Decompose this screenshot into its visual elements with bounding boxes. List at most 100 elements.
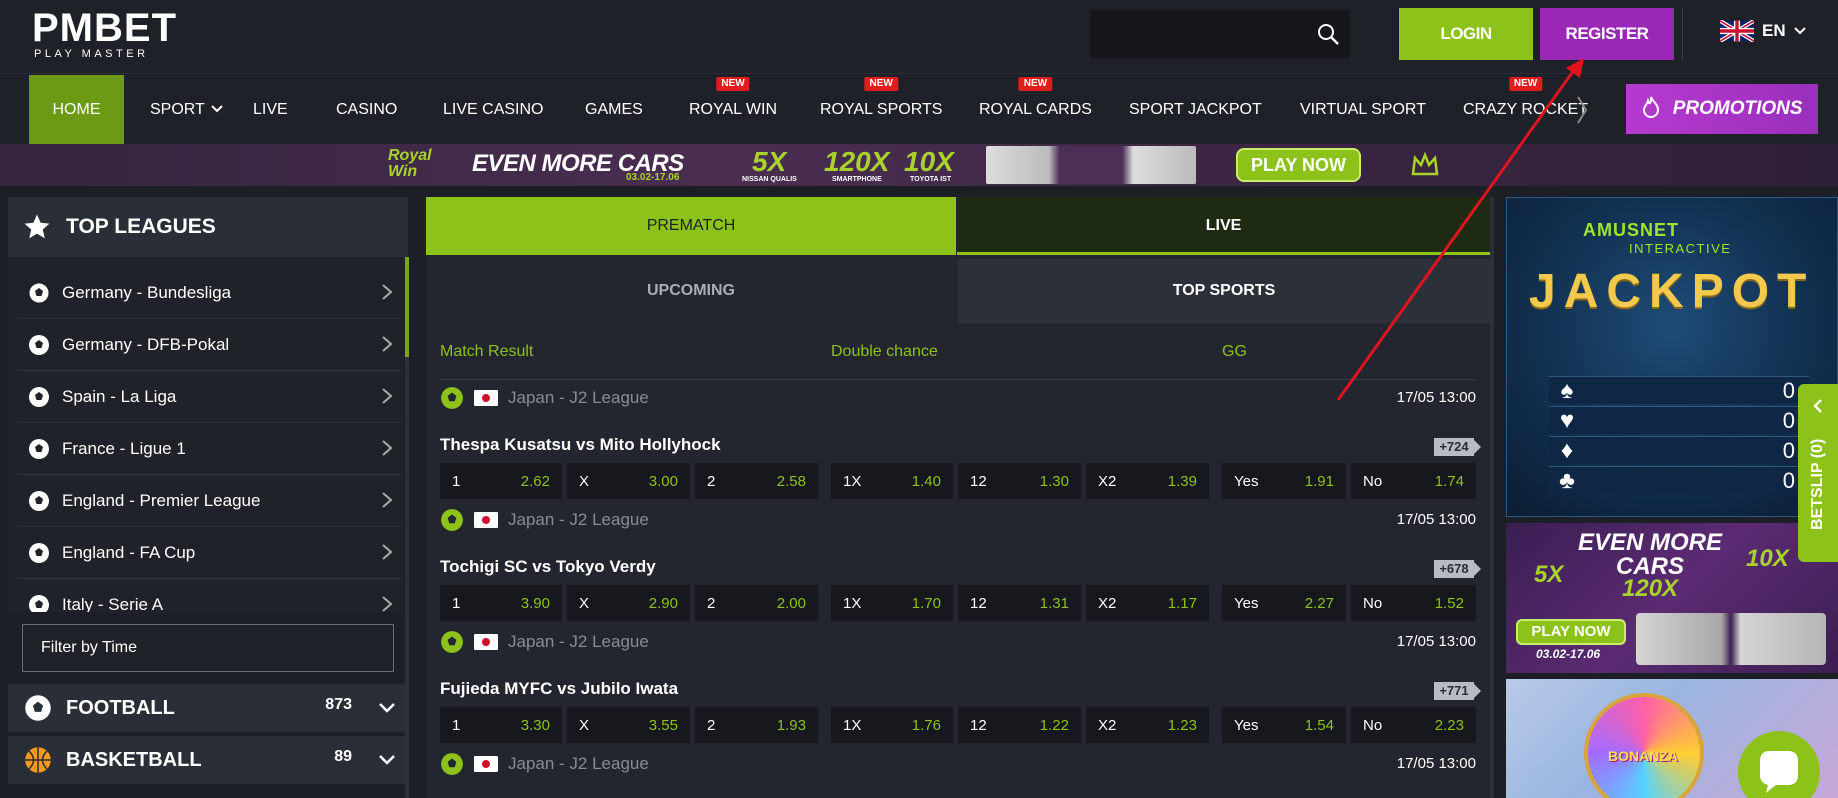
promo-play-now-button[interactable]: PLAY NOW xyxy=(1516,619,1626,645)
tab-prematch[interactable]: PREMATCH xyxy=(426,197,956,255)
league-item[interactable]: France - Ligue 1 xyxy=(18,423,402,475)
logo[interactable]: PMBET PLAY MASTER xyxy=(32,6,176,62)
league-item[interactable]: Germany - DFB-Pokal xyxy=(18,319,402,371)
nav-royal-win[interactable]: NEW ROYAL WIN xyxy=(689,75,777,144)
chevron-right-icon xyxy=(382,388,393,404)
odd-button[interactable]: 1X 1.40 xyxy=(831,463,953,499)
odd-button[interactable]: No 2.23 xyxy=(1351,707,1476,743)
chevron-right-icon xyxy=(382,492,393,508)
odd-button[interactable]: 12 1.31 xyxy=(958,585,1081,621)
odd-button[interactable]: 12 1.22 xyxy=(958,707,1081,743)
odd-button[interactable]: 12 1.30 xyxy=(958,463,1081,499)
odd-label: 1X xyxy=(843,594,862,612)
royal-win-logo-top: Royal xyxy=(388,147,432,164)
banner-multiplier-1-sub: NISSAN QUALIS xyxy=(742,176,797,183)
jackpot-row-hearts: ♥ 0 xyxy=(1549,406,1809,434)
match-time: 17/05 13:00 xyxy=(1396,511,1476,528)
odd-label: 12 xyxy=(970,472,987,490)
match-title[interactable]: Fujieda MYFC vs Jubilo Iwata xyxy=(440,679,678,699)
more-markets-badge[interactable]: +771 xyxy=(1434,682,1481,700)
match-title[interactable]: Thespa Kusatsu vs Mito Hollyhock xyxy=(440,435,721,455)
match-title[interactable]: Tochigi SC vs Tokyo Verdy xyxy=(440,557,656,577)
promo-date: 03.02-17.06 xyxy=(1536,647,1601,661)
match-league-name: Japan - J2 League xyxy=(508,754,649,773)
odd-button[interactable]: 2 1.93 xyxy=(695,707,818,743)
odd-button[interactable]: No 1.52 xyxy=(1351,585,1476,621)
odd-button[interactable]: 1X 1.76 xyxy=(831,707,953,743)
odd-button[interactable]: X2 1.39 xyxy=(1086,463,1209,499)
spade-icon: ♠ xyxy=(1560,376,1574,404)
nav-sport-jackpot[interactable]: SPORT JACKPOT xyxy=(1129,75,1262,144)
nav-scroll-right-icon[interactable] xyxy=(1576,95,1588,125)
login-button[interactable]: LOGIN xyxy=(1399,8,1533,60)
league-list: Germany - Bundesliga Germany - DFB-Pokal… xyxy=(8,257,408,798)
chat-button[interactable] xyxy=(1738,731,1820,798)
odd-button[interactable]: 2 2.00 xyxy=(695,585,818,621)
chevron-down-icon xyxy=(379,755,395,765)
odd-button[interactable]: X 2.90 xyxy=(567,585,690,621)
cars-promo-banner[interactable]: EVEN MORE CARS 5X 120X 10X PLAY NOW 03.0… xyxy=(1506,523,1838,673)
odd-button[interactable]: Yes 2.27 xyxy=(1222,585,1346,621)
odd-button[interactable]: 2 2.58 xyxy=(695,463,818,499)
tab-upcoming[interactable]: UPCOMING xyxy=(426,259,956,323)
nav-home[interactable]: HOME xyxy=(29,75,124,144)
odd-button[interactable]: No 1.74 xyxy=(1351,463,1476,499)
nav-casino[interactable]: CASINO xyxy=(336,75,397,144)
promo-banner[interactable]: Royal Win EVEN MORE CARS 03.02-17.06 5X … xyxy=(0,144,1838,186)
nav-royal-sports[interactable]: NEW ROYAL SPORTS xyxy=(820,75,942,144)
league-item[interactable]: England - FA Cup xyxy=(18,527,402,579)
more-markets-badge[interactable]: +724 xyxy=(1434,438,1481,456)
language-selector[interactable]: EN xyxy=(1720,20,1806,42)
odd-button[interactable]: 1 3.90 xyxy=(440,585,562,621)
more-markets-badge[interactable]: +678 xyxy=(1434,560,1481,578)
football-icon xyxy=(25,695,51,721)
nav-sport[interactable]: SPORT xyxy=(150,75,223,144)
sidebar-scrollbar-thumb[interactable] xyxy=(405,257,409,357)
chevron-right-icon xyxy=(382,544,393,560)
nav-crazy-rocket[interactable]: NEW CRAZY ROCKET xyxy=(1463,75,1588,144)
nav-virtual-sport[interactable]: VIRTUAL SPORT xyxy=(1300,75,1426,144)
odd-label: 1 xyxy=(452,716,461,734)
odd-button[interactable]: 1 2.62 xyxy=(440,463,562,499)
odd-button[interactable]: Yes 1.91 xyxy=(1222,463,1346,499)
tab-live[interactable]: LIVE xyxy=(957,197,1490,255)
banner-play-now-button[interactable]: PLAY NOW xyxy=(1236,148,1361,182)
odd-value: 2.58 xyxy=(776,472,806,490)
jackpot-row-spades: ♠ 0 xyxy=(1549,376,1809,404)
odd-button[interactable]: X 3.00 xyxy=(567,463,690,499)
search-input[interactable] xyxy=(1090,10,1350,58)
promotions-button[interactable]: PROMOTIONS xyxy=(1626,84,1818,134)
odd-button[interactable]: X2 1.23 xyxy=(1086,707,1209,743)
sport-row-football[interactable]: FOOTBALL 873 xyxy=(8,684,408,732)
league-item[interactable]: England - Premier League xyxy=(18,475,402,527)
tab-top-sports[interactable]: TOP SPORTS xyxy=(958,259,1490,323)
right-column: AMUSNET INTERACTIVE JACKPOT ♠ 0 ♥ 0 ♦ 0 ♣ 0 … xyxy=(1506,197,1838,798)
jackpot-panel[interactable]: AMUSNET INTERACTIVE JACKPOT ♠ 0 ♥ 0 ♦ 0 ♣ 0 xyxy=(1506,197,1838,517)
market-match-result: Match Result xyxy=(440,343,534,360)
jackpot-value: 0 xyxy=(1782,407,1795,433)
odd-value: 1.23 xyxy=(1167,716,1197,734)
odd-value: 1.93 xyxy=(776,716,806,734)
odd-button[interactable]: 1X 1.70 xyxy=(831,585,953,621)
nav-live-casino[interactable]: LIVE CASINO xyxy=(443,75,543,144)
odd-button[interactable]: X2 1.17 xyxy=(1086,585,1209,621)
league-item[interactable]: Germany - Bundesliga xyxy=(18,267,402,319)
match-league-row: Japan - J2 League 17/05 13:00 xyxy=(440,505,1476,535)
search-icon[interactable] xyxy=(1316,22,1340,46)
nav-live[interactable]: LIVE xyxy=(253,75,288,144)
jackpot-row-clubs: ♣ 0 xyxy=(1549,466,1809,494)
odd-button[interactable]: 1 3.30 xyxy=(440,707,562,743)
nav-royal-cards[interactable]: NEW ROYAL CARDS xyxy=(979,75,1092,144)
odd-button[interactable]: X 3.55 xyxy=(567,707,690,743)
odd-label: X2 xyxy=(1098,594,1117,612)
main-scrollbar[interactable] xyxy=(1490,197,1494,798)
nav-games[interactable]: GAMES xyxy=(585,75,643,144)
register-button[interactable]: REGISTER xyxy=(1540,8,1674,60)
odd-value: 3.30 xyxy=(520,716,550,734)
football-icon xyxy=(29,386,49,407)
filter-by-time-field[interactable]: Filter by Time xyxy=(22,624,394,672)
odd-value: 2.27 xyxy=(1304,594,1334,612)
league-item[interactable]: Spain - La Liga xyxy=(18,371,402,423)
odd-button[interactable]: Yes 1.54 xyxy=(1222,707,1346,743)
sport-row-basketball[interactable]: BASKETBALL 89 xyxy=(8,736,408,784)
